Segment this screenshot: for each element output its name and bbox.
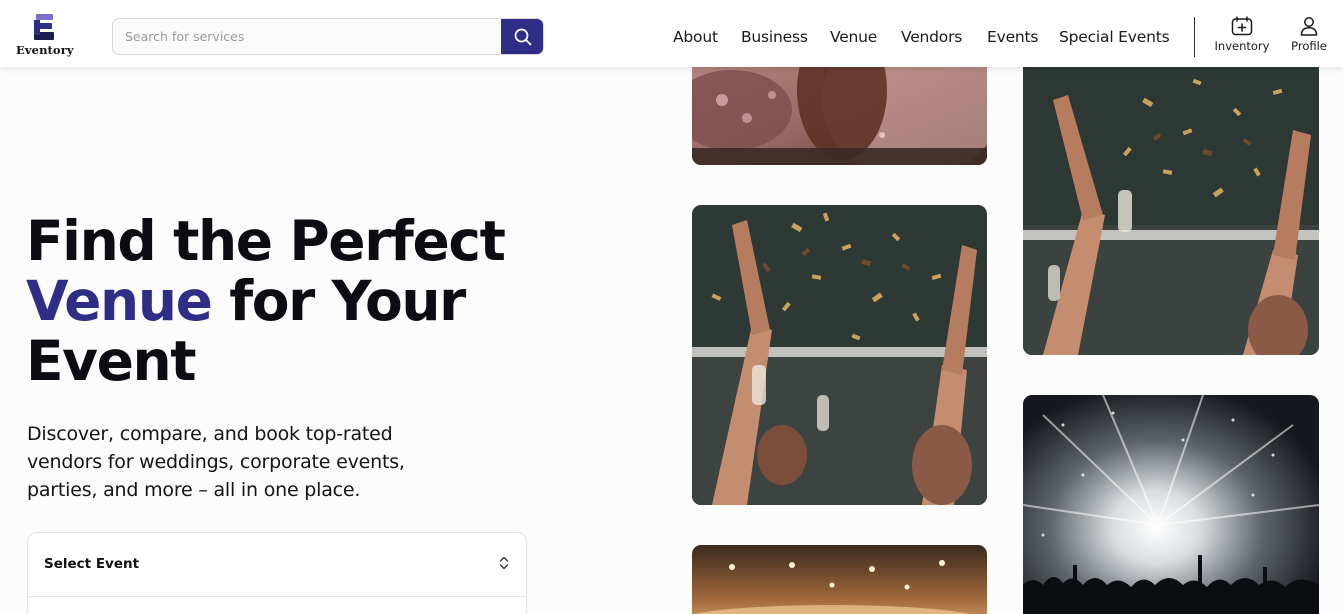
gallery-photo-3: [692, 545, 987, 614]
hero-subtitle: Discover, compare, and book top-rated ve…: [27, 423, 405, 501]
eventory-logo-icon: [34, 14, 54, 40]
nav-divider: [1194, 17, 1195, 57]
chevron-up-down-icon: [499, 556, 509, 570]
brand-name: Eventory: [16, 43, 74, 57]
hero-title-line2: for Your: [211, 269, 466, 333]
nav-link-events[interactable]: Events: [987, 28, 1038, 46]
hero-title: Find the Perfect Venue for Your Event: [26, 211, 646, 391]
hero-title-line1: Find the Perfect: [26, 209, 506, 273]
nav-link-vendors[interactable]: Vendors: [901, 28, 962, 46]
nav-link-business[interactable]: Business: [741, 28, 808, 46]
nav-link-about[interactable]: About: [673, 28, 718, 46]
search-button[interactable]: [501, 19, 543, 54]
inventory-button[interactable]: Inventory: [1213, 16, 1271, 58]
hero-title-accent: Venue: [26, 269, 213, 333]
gallery-photo-5: [1023, 395, 1319, 614]
profile-button[interactable]: Profile: [1288, 16, 1330, 58]
inventory-label: Inventory: [1214, 39, 1270, 53]
search-input[interactable]: [113, 19, 503, 54]
brand-logo[interactable]: Eventory: [16, 14, 76, 60]
search-bar: [112, 18, 544, 55]
gallery-photo-4: [1023, 40, 1319, 355]
confetti-celebration-photo-icon: [1023, 40, 1319, 355]
search-icon: [514, 28, 531, 45]
page: Eventory About Business Venue Vendors Ev…: [0, 0, 1343, 614]
concert-lights-photo-icon: [1023, 395, 1319, 614]
user-icon: [1300, 17, 1318, 36]
event-search-card: Select Event: [27, 532, 527, 614]
nav-link-special-events[interactable]: Special Events: [1059, 28, 1170, 46]
calendar-plus-icon: [1231, 16, 1253, 36]
nav-link-venue[interactable]: Venue: [830, 28, 877, 46]
hero-title-line3: Event: [26, 329, 197, 393]
dinner-venue-photo-icon: [692, 545, 987, 614]
gallery-photo-2: [692, 205, 987, 505]
select-event-label: Select Event: [44, 556, 140, 572]
confetti-celebration-photo-icon: [692, 205, 987, 505]
select-event-dropdown[interactable]: Select Event: [28, 533, 526, 597]
profile-label: Profile: [1291, 39, 1327, 53]
top-navbar: Eventory About Business Venue Vendors Ev…: [0, 0, 1343, 67]
